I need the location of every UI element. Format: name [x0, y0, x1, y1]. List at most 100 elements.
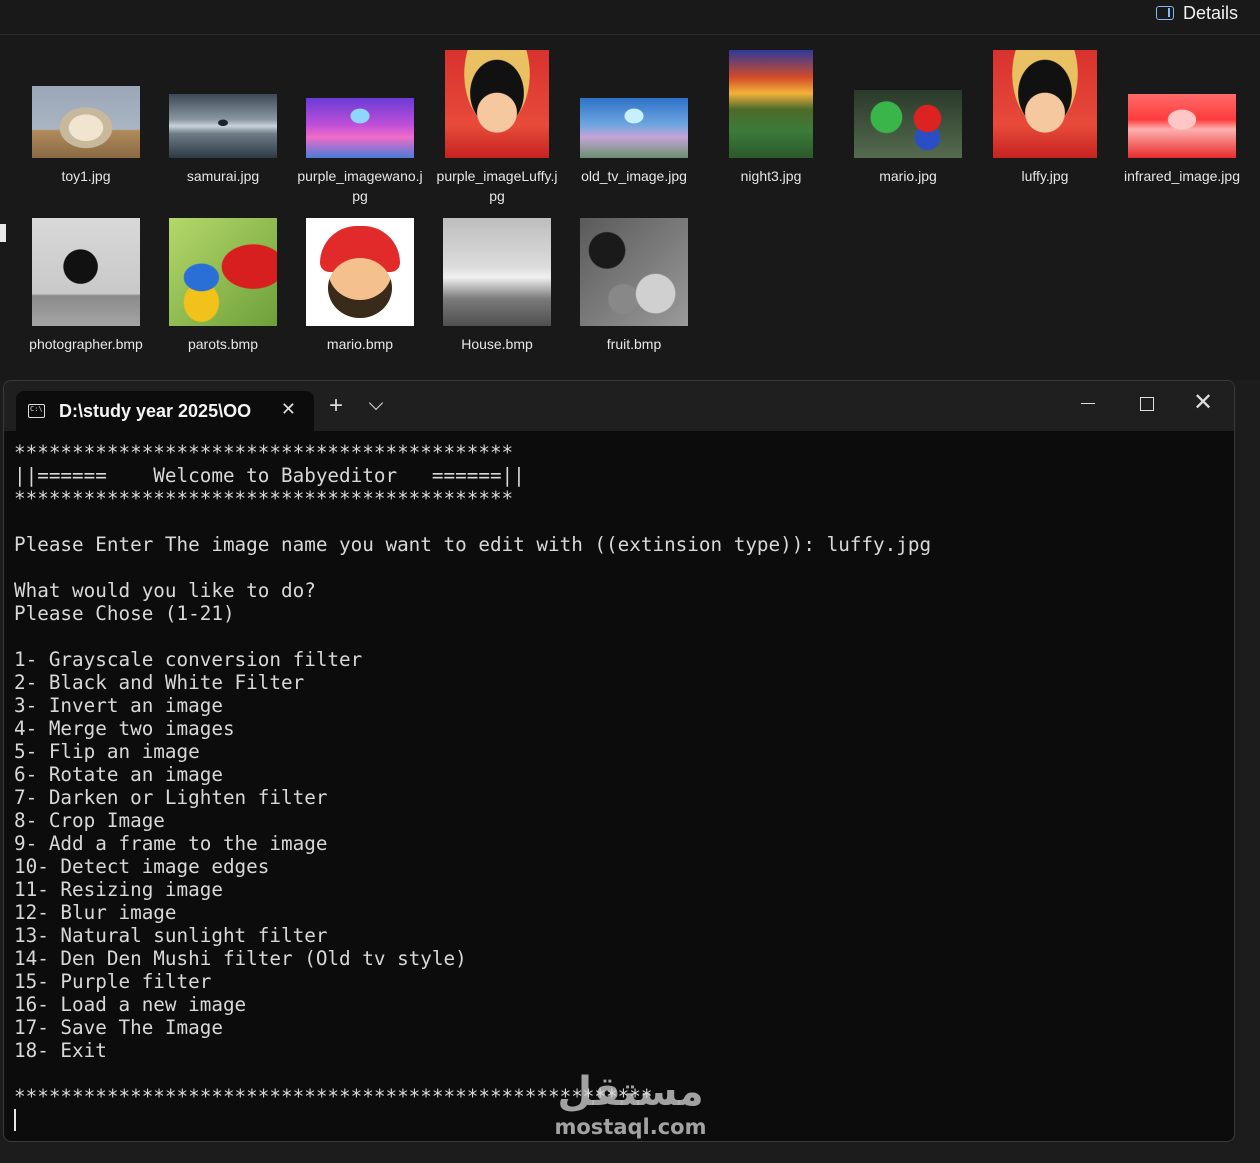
file-item[interactable]: purple_imagewano.jpg	[293, 38, 427, 206]
file-item[interactable]: night3.jpg	[704, 38, 838, 186]
console-line: 6- Rotate an image	[14, 763, 223, 786]
console-line: 2- Black and White Filter	[14, 671, 305, 694]
minimize-button[interactable]	[1081, 403, 1095, 405]
thumbnail-image	[169, 218, 277, 326]
details-button[interactable]: Details	[1155, 2, 1238, 24]
console-line: 12- Blur image	[14, 901, 177, 924]
file-thumbnail	[19, 38, 153, 158]
thumbnail-image	[993, 50, 1097, 158]
thumbnail-image	[580, 98, 688, 158]
console-line: What would you like to do?	[14, 579, 316, 602]
details-pane-icon	[1155, 6, 1174, 20]
file-thumbnail	[156, 206, 290, 326]
file-name: toy1.jpg	[61, 168, 111, 184]
console-line: ****************************************…	[14, 487, 514, 510]
file-item[interactable]: mario.jpg	[841, 38, 975, 186]
file-name: parots.bmp	[187, 336, 259, 352]
file-name: luffy.jpg	[1021, 168, 1069, 184]
console-line: 17- Save The Image	[14, 1016, 223, 1039]
tab-title: D:\study year 2025\OO	[59, 400, 252, 421]
console-line: 1- Grayscale conversion filter	[14, 648, 363, 671]
file-thumbnail	[978, 38, 1112, 158]
file-thumbnail	[567, 206, 701, 326]
console-output[interactable]: ****************************************…	[14, 441, 1224, 1108]
file-item[interactable]: toy1.jpg	[19, 38, 153, 186]
console-line: 3- Invert an image	[14, 694, 223, 717]
thumbnail-image	[32, 218, 140, 326]
console-line: 14- Den Den Mushi filter (Old tv style)	[14, 947, 467, 970]
thumbnail-image	[1128, 94, 1236, 158]
console-line: 16- Load a new image	[14, 993, 247, 1016]
thumbnail-image	[306, 218, 414, 326]
console-line: ||====== Welcome to Babyeditor ======||	[14, 464, 525, 487]
file-name: infrared_image.jpg	[1124, 168, 1240, 184]
console-line: 13- Natural sunlight filter	[14, 924, 328, 947]
file-thumbnail	[293, 38, 427, 158]
console-line: 5- Flip an image	[14, 740, 200, 763]
close-window-button[interactable]: ✕	[1193, 391, 1213, 415]
file-thumbnail	[704, 38, 838, 158]
file-item[interactable]: fruit.bmp	[567, 206, 701, 354]
console-line: Please Chose (1-21)	[14, 602, 235, 625]
thumbnail-image	[443, 218, 551, 326]
scroll-sliver	[0, 224, 6, 242]
thumbnail-image	[32, 86, 140, 158]
file-thumbnail	[156, 38, 290, 158]
file-name: purple_imagewano.jpg	[297, 168, 423, 204]
console-line: Please Enter The image name you want to …	[14, 533, 932, 556]
thumbnail-image	[445, 50, 549, 158]
console-line: 10- Detect image edges	[14, 855, 270, 878]
maximize-button[interactable]	[1140, 397, 1154, 411]
file-name: House.bmp	[461, 336, 533, 352]
terminal-window: D:\study year 2025\OO ✕ + ✕ ************…	[3, 380, 1235, 1142]
console-line: 8- Crop Image	[14, 809, 165, 832]
console-line: 7- Darken or Lighten filter	[14, 786, 328, 809]
thumbnail-image	[854, 90, 962, 158]
thumbnail-image	[729, 50, 813, 158]
console-line: 4- Merge two images	[14, 717, 235, 740]
file-name: purple_imageLuffy.jpg	[436, 168, 558, 204]
file-name: mario.jpg	[879, 168, 937, 184]
file-item[interactable]: photographer.bmp	[19, 206, 153, 354]
file-item[interactable]: samurai.jpg	[156, 38, 290, 186]
terminal-tab-bar: D:\study year 2025\OO ✕ + ✕	[4, 381, 1234, 431]
file-item[interactable]: old_tv_image.jpg	[567, 38, 701, 186]
explorer-toolbar: Details	[0, 0, 1260, 35]
file-name: night3.jpg	[740, 168, 802, 184]
file-item[interactable]: parots.bmp	[156, 206, 290, 354]
console-line: 9- Add a frame to the image	[14, 832, 328, 855]
file-thumbnail	[567, 38, 701, 158]
file-name: old_tv_image.jpg	[581, 168, 687, 184]
chevron-down-icon[interactable]	[368, 395, 384, 411]
console-line: ****************************************…	[14, 1085, 653, 1108]
file-name: samurai.jpg	[186, 168, 260, 184]
thumbnail-image	[306, 98, 414, 158]
file-thumbnail	[841, 38, 975, 158]
console-icon	[28, 404, 45, 418]
file-thumbnail	[19, 206, 153, 326]
new-tab-button[interactable]: +	[329, 394, 343, 418]
file-item[interactable]: luffy.jpg	[978, 38, 1112, 186]
text-cursor	[14, 1109, 16, 1131]
file-name: mario.bmp	[326, 336, 394, 352]
console-line: 18- Exit	[14, 1039, 107, 1062]
console-line: 11- Resizing image	[14, 878, 223, 901]
file-thumbnail	[293, 206, 427, 326]
console-line: ****************************************…	[14, 441, 514, 464]
file-explorer: Details toy1.jpg samurai.jpg purple_imagew…	[0, 0, 1260, 380]
file-item[interactable]: mario.bmp	[293, 206, 427, 354]
file-thumbnail	[1115, 38, 1249, 158]
tab-close-icon[interactable]: ✕	[281, 399, 296, 420]
thumbnail-image	[169, 94, 277, 158]
file-thumbnail	[430, 38, 564, 158]
thumbnail-image	[580, 218, 688, 326]
file-thumbnail	[430, 206, 564, 326]
file-name: fruit.bmp	[606, 336, 662, 352]
file-item[interactable]: purple_imageLuffy.jpg	[430, 38, 564, 206]
file-item[interactable]: infrared_image.jpg	[1115, 38, 1249, 186]
terminal-tab[interactable]: D:\study year 2025\OO ✕	[16, 391, 314, 431]
file-item[interactable]: House.bmp	[430, 206, 564, 354]
